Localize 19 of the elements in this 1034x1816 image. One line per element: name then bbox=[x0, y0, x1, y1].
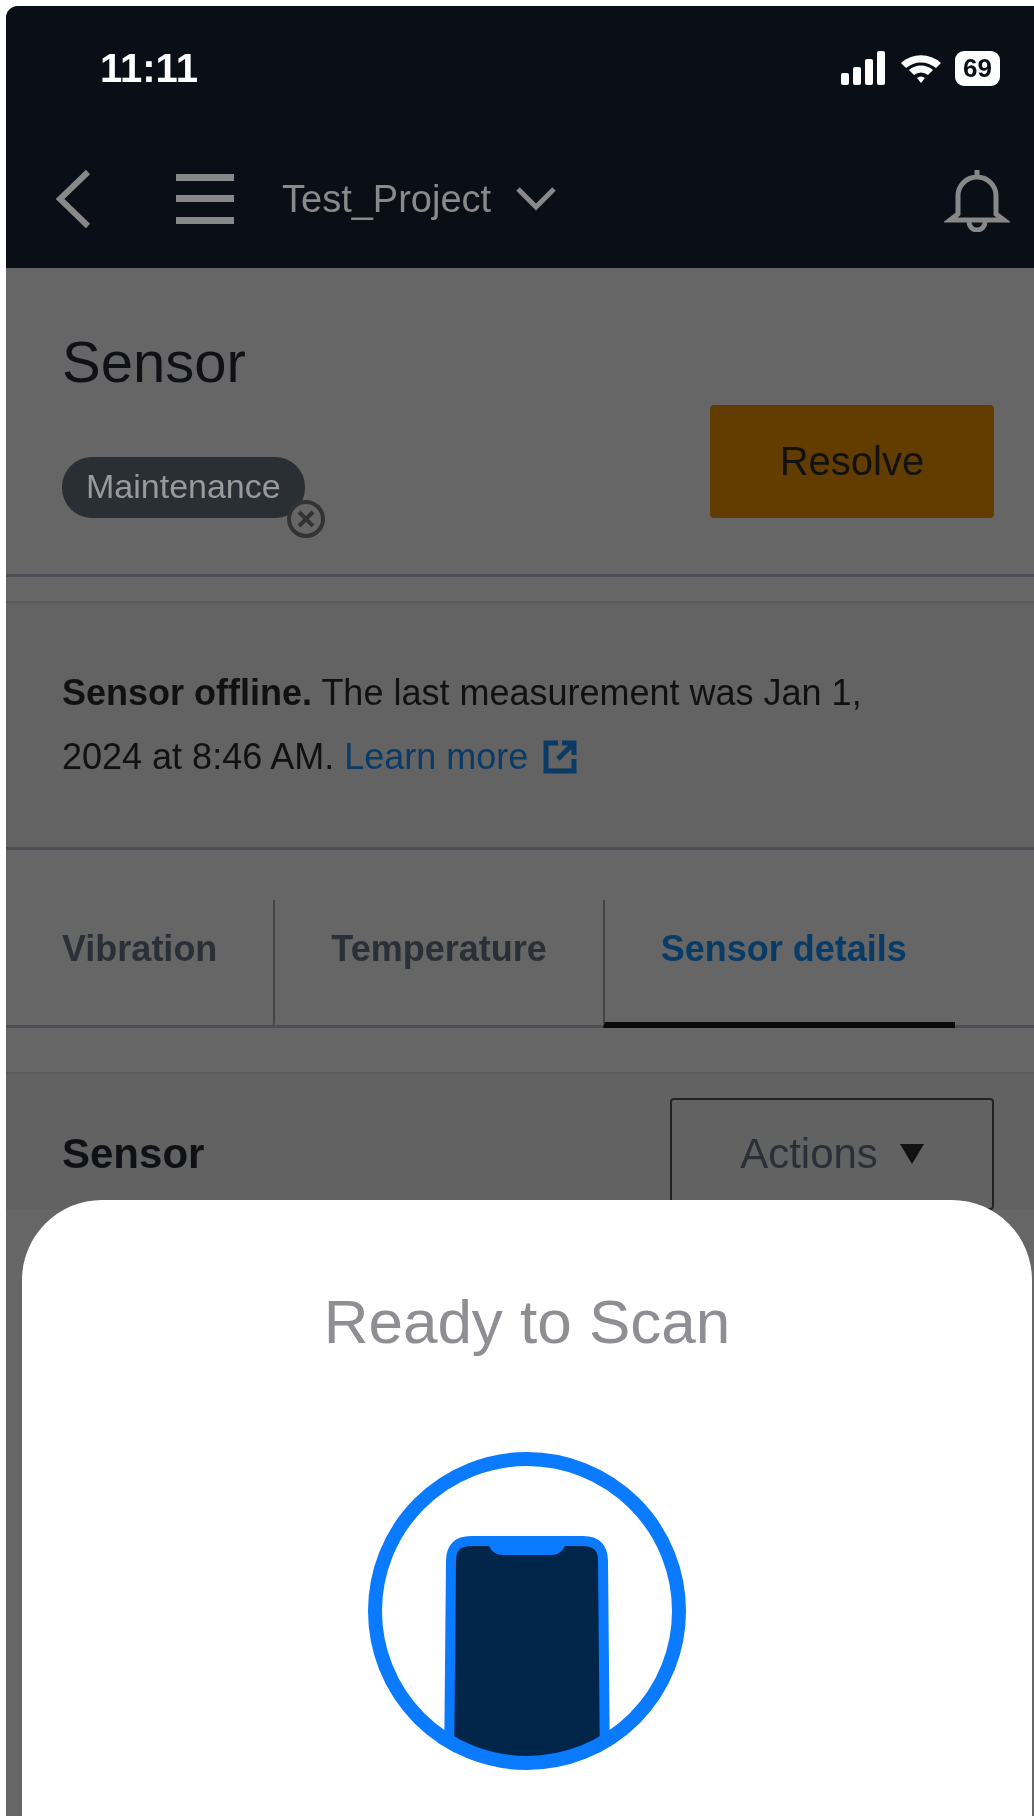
battery-level: 69 bbox=[955, 50, 1000, 86]
tab[interactable]: Vibration bbox=[62, 900, 274, 1028]
phone-scan-icon bbox=[367, 1451, 687, 1771]
tab[interactable]: Sensor details bbox=[602, 900, 955, 1028]
signal-icon bbox=[841, 51, 888, 85]
sheet-title: Ready to Scan bbox=[323, 1286, 731, 1357]
alert-message: Sensor offline. The last measurement was Jan 1, 2024 at 8:46 AM. Learn more bbox=[62, 661, 892, 789]
project-dropdown[interactable]: Test_Project bbox=[282, 177, 558, 221]
tab[interactable]: Temperature bbox=[273, 900, 603, 1028]
section-title: Sensor bbox=[62, 1130, 205, 1178]
external-link-icon bbox=[542, 739, 579, 775]
learn-more-link[interactable]: Learn more bbox=[344, 725, 579, 789]
caret-down-icon bbox=[899, 1144, 924, 1164]
resolve-button[interactable]: Resolve bbox=[710, 405, 994, 518]
status-tag: Maintenance bbox=[62, 457, 305, 518]
chevron-down-icon bbox=[515, 186, 558, 212]
page-title: Sensor bbox=[62, 328, 247, 395]
menu-button[interactable] bbox=[176, 174, 234, 224]
status-time: 11:11 bbox=[100, 45, 198, 91]
